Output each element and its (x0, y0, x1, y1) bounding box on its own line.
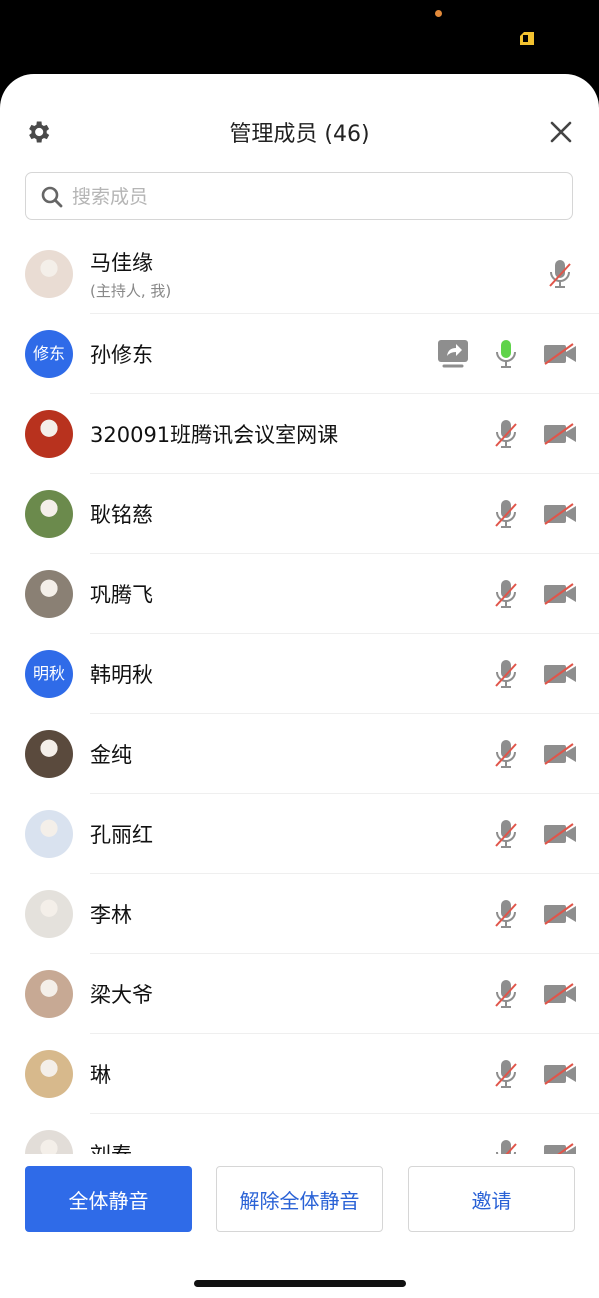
member-row[interactable]: 耿铭慈 (0, 474, 599, 554)
camera-off-icon[interactable] (543, 902, 577, 926)
camera-off-icon[interactable] (543, 742, 577, 766)
avatar (25, 250, 73, 298)
member-row[interactable]: 明秋 韩明秋 (0, 634, 599, 714)
member-name: 孙修东 (90, 343, 153, 367)
close-icon[interactable] (547, 118, 575, 146)
battery-icon (520, 32, 534, 45)
mute-all-button[interactable]: 全体静音 (25, 1166, 192, 1232)
member-row[interactable]: 320091班腾讯会议室网课 (0, 394, 599, 474)
camera-off-icon[interactable] (543, 822, 577, 846)
microphone-muted-icon[interactable] (493, 898, 519, 930)
member-row[interactable]: 琳 (0, 1034, 599, 1114)
avatar (25, 1050, 73, 1098)
page-title: 管理成员 (46) (229, 122, 370, 147)
member-name: 巩腾飞 (90, 583, 153, 607)
avatar (25, 810, 73, 858)
avatar (25, 410, 73, 458)
microphone-muted-icon[interactable] (493, 1138, 519, 1154)
search-input[interactable] (70, 181, 554, 213)
member-row[interactable]: 马佳缘 (主持人, 我) (0, 234, 599, 314)
search-icon (41, 186, 63, 208)
member-name: 梁大爷 (90, 983, 153, 1007)
avatar (25, 570, 73, 618)
microphone-muted-icon[interactable] (493, 498, 519, 530)
avatar (25, 970, 73, 1018)
camera-off-icon[interactable] (543, 1062, 577, 1086)
member-row[interactable]: 金纯 (0, 714, 599, 794)
member-name: 李林 (90, 903, 132, 927)
microphone-muted-icon[interactable] (493, 418, 519, 450)
screen-share-icon[interactable] (437, 338, 469, 374)
camera-off-icon[interactable] (543, 502, 577, 526)
avatar (25, 1130, 73, 1154)
camera-off-icon[interactable] (543, 662, 577, 686)
avatar (25, 890, 73, 938)
member-name: 孔丽红 (90, 823, 153, 847)
member-row[interactable]: 修东 孙修东 (0, 314, 599, 394)
microphone-muted-icon[interactable] (493, 578, 519, 610)
microphone-muted-icon[interactable] (493, 818, 519, 850)
microphone-muted-icon[interactable] (493, 1058, 519, 1090)
microphone-muted-icon[interactable] (493, 978, 519, 1010)
avatar: 明秋 (25, 650, 73, 698)
microphone-muted-icon[interactable] (493, 658, 519, 690)
member-list: 马佳缘 (主持人, 我) 修东 孙修东 320091班腾讯会议室网课 耿铭慈 巩腾飞… (0, 234, 599, 1154)
home-indicator (194, 1280, 406, 1287)
member-name: 刘春 (90, 1139, 132, 1154)
member-row[interactable]: 刘春 (0, 1114, 599, 1154)
microphone-muted-icon[interactable] (547, 258, 573, 290)
microphone-icon[interactable] (493, 338, 519, 370)
member-row[interactable]: 巩腾飞 (0, 554, 599, 634)
avatar (25, 490, 73, 538)
member-row[interactable]: 孔丽红 (0, 794, 599, 874)
camera-off-icon[interactable] (543, 582, 577, 606)
unmute-all-button[interactable]: 解除全体静音 (216, 1166, 383, 1232)
search-bar (25, 172, 573, 220)
manage-members-sheet: 管理成员 (46) 马佳缘 (主持人, 我) 修东孙修东 320091班腾讯会议室… (0, 74, 599, 1298)
camera-off-icon[interactable] (543, 422, 577, 446)
bottom-action-bar: 全体静音 解除全体静音 邀请 (0, 1154, 599, 1298)
avatar (25, 730, 73, 778)
member-row[interactable]: 李林 (0, 874, 599, 954)
sheet-header: 管理成员 (46) (0, 74, 599, 174)
member-name: 耿铭慈 (90, 503, 153, 527)
member-role: (主持人, 我) (90, 282, 172, 300)
member-name: 马佳缘 (90, 251, 153, 275)
invite-button[interactable]: 邀请 (408, 1166, 575, 1232)
avatar: 修东 (25, 330, 73, 378)
microphone-muted-icon[interactable] (493, 738, 519, 770)
status-indicator-dot (435, 10, 442, 17)
member-name: 琳 (90, 1063, 111, 1087)
camera-off-icon[interactable] (543, 1142, 577, 1154)
member-name: 韩明秋 (90, 663, 153, 687)
member-name: 金纯 (90, 743, 132, 767)
member-name: 320091班腾讯会议室网课 (90, 423, 339, 447)
camera-off-icon[interactable] (543, 342, 577, 366)
member-row[interactable]: 梁大爷 (0, 954, 599, 1034)
camera-off-icon[interactable] (543, 982, 577, 1006)
